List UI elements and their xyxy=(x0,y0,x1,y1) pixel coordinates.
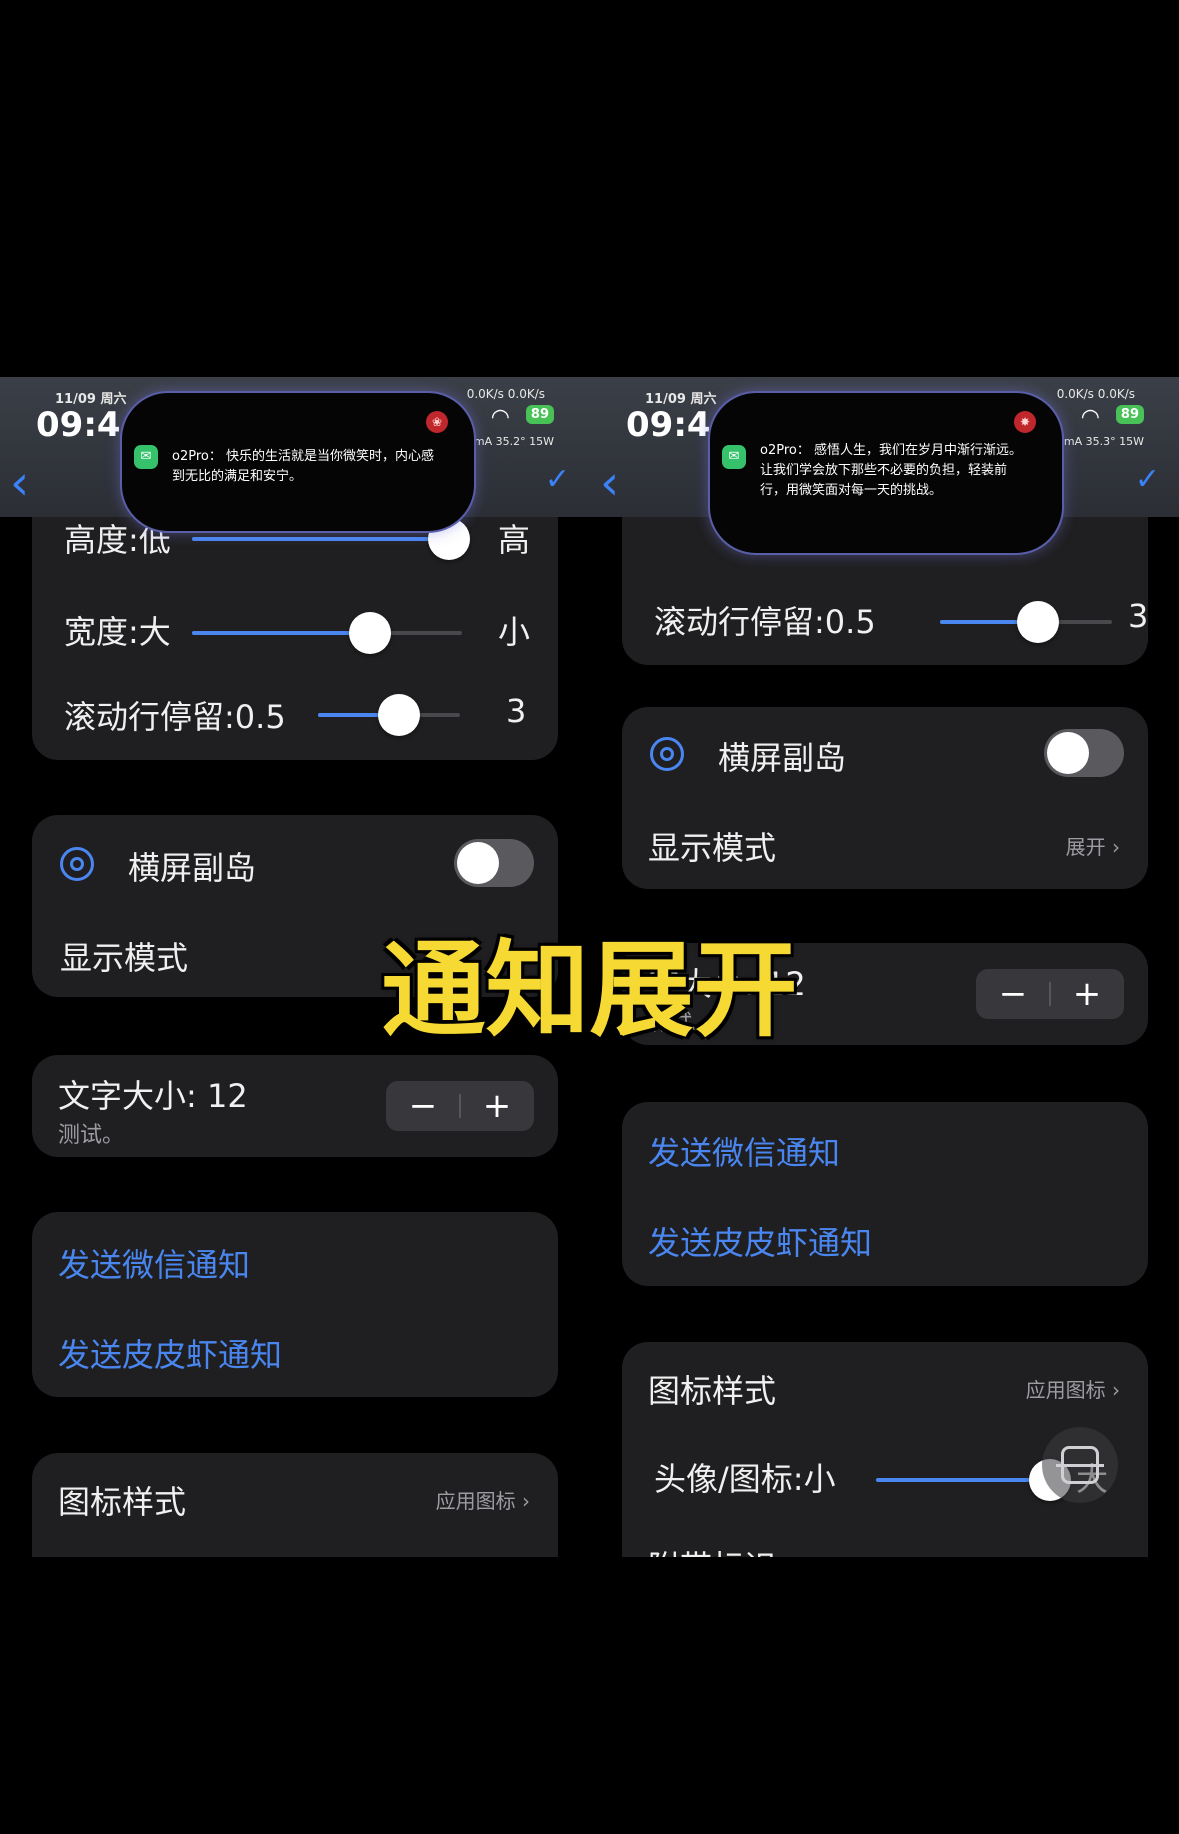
send-notification-card: 发送微信通知 发送皮皮虾通知 xyxy=(32,1212,558,1397)
notification-text: o2Pro： 感悟人生，我们在岁月中渐行渐远。让我们学会放下那些不必要的负担，轻… xyxy=(760,443,1022,498)
width-slider[interactable] xyxy=(192,612,462,654)
width-slider-fill xyxy=(192,631,371,635)
badge-label: 附带标识 xyxy=(648,1542,776,1557)
wifi-icon: ◠ xyxy=(1080,405,1100,430)
avatar-size-label: 头像/图标:小 xyxy=(654,1460,836,1498)
target-icon xyxy=(650,737,684,771)
avatar-slider-fill xyxy=(876,1478,1051,1482)
send-notification-card: 发送微信通知 发送皮皮虾通知 xyxy=(622,1102,1148,1286)
island-size-card: 高度:低 高 宽度:大 小 滚动行停留:0.5 3 xyxy=(32,517,558,760)
confirm-check-icon[interactable]: ✓ xyxy=(1135,465,1160,495)
scroll-slider-knob[interactable] xyxy=(377,694,420,736)
display-mode-value[interactable]: 展开 › xyxy=(1066,831,1120,860)
font-size-label: 文字大小: 12 xyxy=(58,1077,248,1115)
send-wechat-link[interactable]: 发送微信通知 xyxy=(648,1128,840,1174)
scroll-slider-knob[interactable] xyxy=(1017,601,1060,643)
app-logo-icon: ✸ xyxy=(1014,411,1036,433)
wechat-icon: ✉ xyxy=(722,445,746,469)
icon-style-label: 图标样式 xyxy=(648,1372,777,1410)
notification-text: o2Pro： 快乐的生活就是当你微笑时，内心感到无比的满足和安宁。 xyxy=(172,449,434,484)
send-pipixia-link[interactable]: 发送皮皮虾通知 xyxy=(58,1330,282,1376)
target-icon xyxy=(60,847,94,881)
network-speed: 0.0K/s 0.0K/s xyxy=(466,387,545,401)
wechat-icon: ✉ xyxy=(134,445,158,469)
power-readout: mA 35.3° 15W xyxy=(1063,435,1144,448)
decrease-button[interactable]: − xyxy=(386,1081,460,1131)
increase-button[interactable]: + xyxy=(460,1081,534,1131)
icon-style-value[interactable]: 应用图标 › xyxy=(1026,1374,1120,1403)
battery-indicator: 89 xyxy=(1115,405,1144,424)
battery-indicator: 89 xyxy=(525,405,554,424)
width-label: 宽度:大 xyxy=(64,613,171,651)
icon-style-value[interactable]: 应用图标 › xyxy=(436,1485,530,1514)
scroll-pause-label: 滚动行停留:0.5 xyxy=(64,698,286,736)
send-pipixia-link[interactable]: 发送皮皮虾通知 xyxy=(648,1218,872,1264)
overlay-caption: 通知展开 xyxy=(381,929,798,1051)
landscape-island-label: 横屏副岛 xyxy=(718,739,847,777)
font-size-card: 文字大小: 12 测试。 − + xyxy=(32,1055,558,1157)
dynamic-island-notification[interactable]: ✉ o2Pro： 快乐的生活就是当你微笑时，内心感到无比的满足和安宁。 ❀ xyxy=(120,391,476,533)
width-slider-knob[interactable] xyxy=(349,612,392,654)
power-readout: mA 35.2° 15W xyxy=(473,435,554,448)
display-mode-label: 显示模式 xyxy=(648,829,777,867)
wifi-icon: ◠ xyxy=(490,405,510,430)
dynamic-island-notification[interactable]: ✉ o2Pro： 感悟人生，我们在岁月中渐行渐远。让我们学会放下那些不必要的负担… xyxy=(708,391,1064,555)
landscape-island-label: 横屏副岛 xyxy=(128,849,257,887)
height-slider-fill xyxy=(192,537,449,541)
status-time: 09:4 xyxy=(626,405,711,445)
scroll-pause-slider[interactable] xyxy=(940,601,1112,643)
scroll-max-label: 3 xyxy=(506,692,527,730)
scroll-pause-label: 滚动行停留:0.5 xyxy=(654,603,876,641)
back-chevron-icon[interactable]: ‹ xyxy=(10,459,29,507)
height-max-label: 高 xyxy=(498,521,531,559)
landscape-island-toggle[interactable] xyxy=(1044,729,1124,777)
font-size-stepper[interactable]: − + xyxy=(386,1081,534,1131)
confirm-check-icon[interactable]: ✓ xyxy=(545,465,570,495)
icon-style-card: 图标样式 应用图标 › xyxy=(32,1453,558,1557)
landscape-island-toggle[interactable] xyxy=(454,839,534,887)
status-time: 09:4 xyxy=(36,405,121,445)
scroll-pause-slider[interactable] xyxy=(318,694,460,736)
network-speed: 0.0K/s 0.0K/s xyxy=(1056,387,1135,401)
send-wechat-link[interactable]: 发送微信通知 xyxy=(58,1240,250,1286)
avatar-size-slider[interactable] xyxy=(876,1459,1072,1501)
width-max-label: 小 xyxy=(498,613,531,651)
icon-style-label: 图标样式 xyxy=(58,1483,187,1521)
height-slider[interactable] xyxy=(192,518,470,560)
scan-icon[interactable] xyxy=(1042,1427,1118,1503)
font-preview-text: 测试。 xyxy=(58,1123,125,1148)
landscape-island-card: 横屏副岛 显示模式 展开 › xyxy=(622,707,1148,889)
app-logo-icon: ❀ xyxy=(426,411,448,433)
scroll-max-label: 3 xyxy=(1128,597,1149,635)
back-chevron-icon[interactable]: ‹ xyxy=(600,459,619,507)
